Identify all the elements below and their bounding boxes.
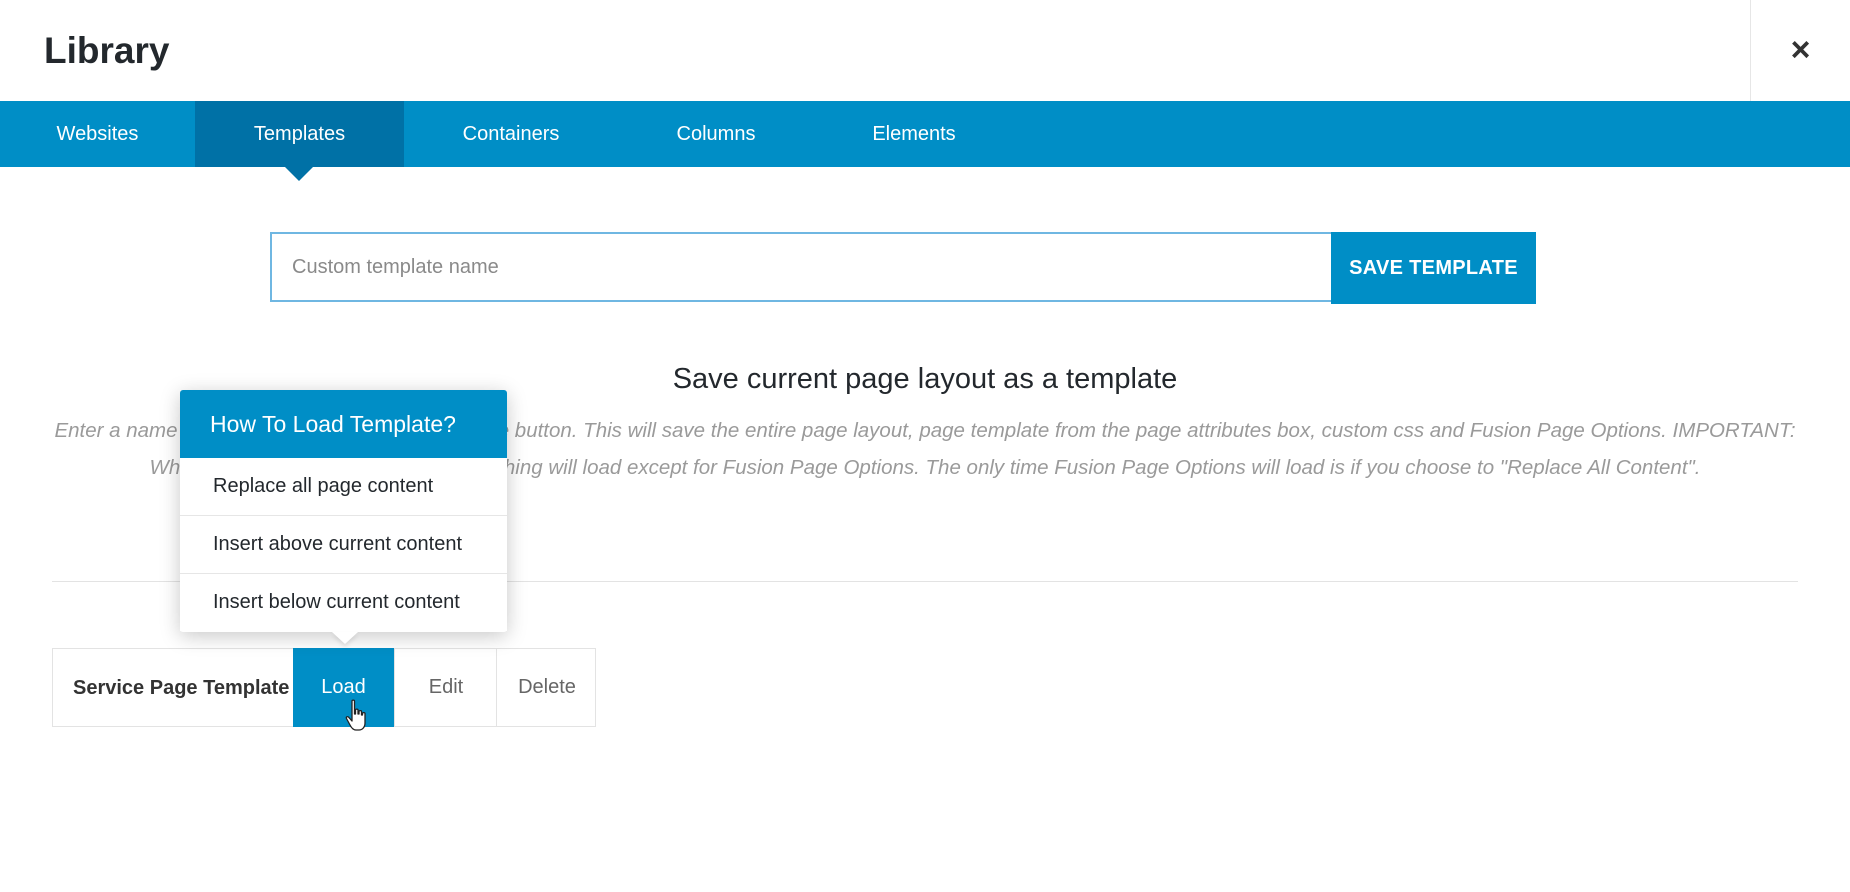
template-row: Service Page Template Load Edit Delete [52, 648, 596, 727]
modal-header: Library × [0, 0, 1850, 102]
popup-arrow [332, 632, 358, 644]
hand-pointer-icon [345, 699, 366, 731]
tab-templates[interactable]: Templates [195, 101, 404, 167]
tab-columns[interactable]: Columns [618, 101, 814, 167]
insert-below-option[interactable]: Insert below current content [180, 574, 507, 631]
insert-above-option[interactable]: Insert above current content [180, 516, 507, 574]
load-options-popup: How To Load Template? Replace all page c… [180, 390, 507, 632]
template-name-input[interactable] [270, 232, 1331, 302]
template-name: Service Page Template [73, 677, 290, 699]
active-tab-indicator [285, 167, 313, 181]
tab-websites[interactable]: Websites [0, 101, 195, 167]
popup-title: How To Load Template? [180, 390, 507, 458]
replace-all-option[interactable]: Replace all page content [180, 458, 507, 516]
delete-button[interactable]: Delete [496, 648, 597, 727]
tab-elements[interactable]: Elements [814, 101, 1014, 167]
close-button[interactable]: × [1751, 0, 1850, 101]
tab-bar: Websites Templates Containers Columns El… [0, 101, 1850, 167]
edit-button[interactable]: Edit [394, 648, 497, 727]
page-title: Library [44, 30, 170, 71]
save-template-button[interactable]: SAVE TEMPLATE [1331, 232, 1536, 304]
tab-containers[interactable]: Containers [404, 101, 618, 167]
close-icon: × [1790, 31, 1811, 69]
load-button[interactable]: Load [293, 648, 394, 727]
